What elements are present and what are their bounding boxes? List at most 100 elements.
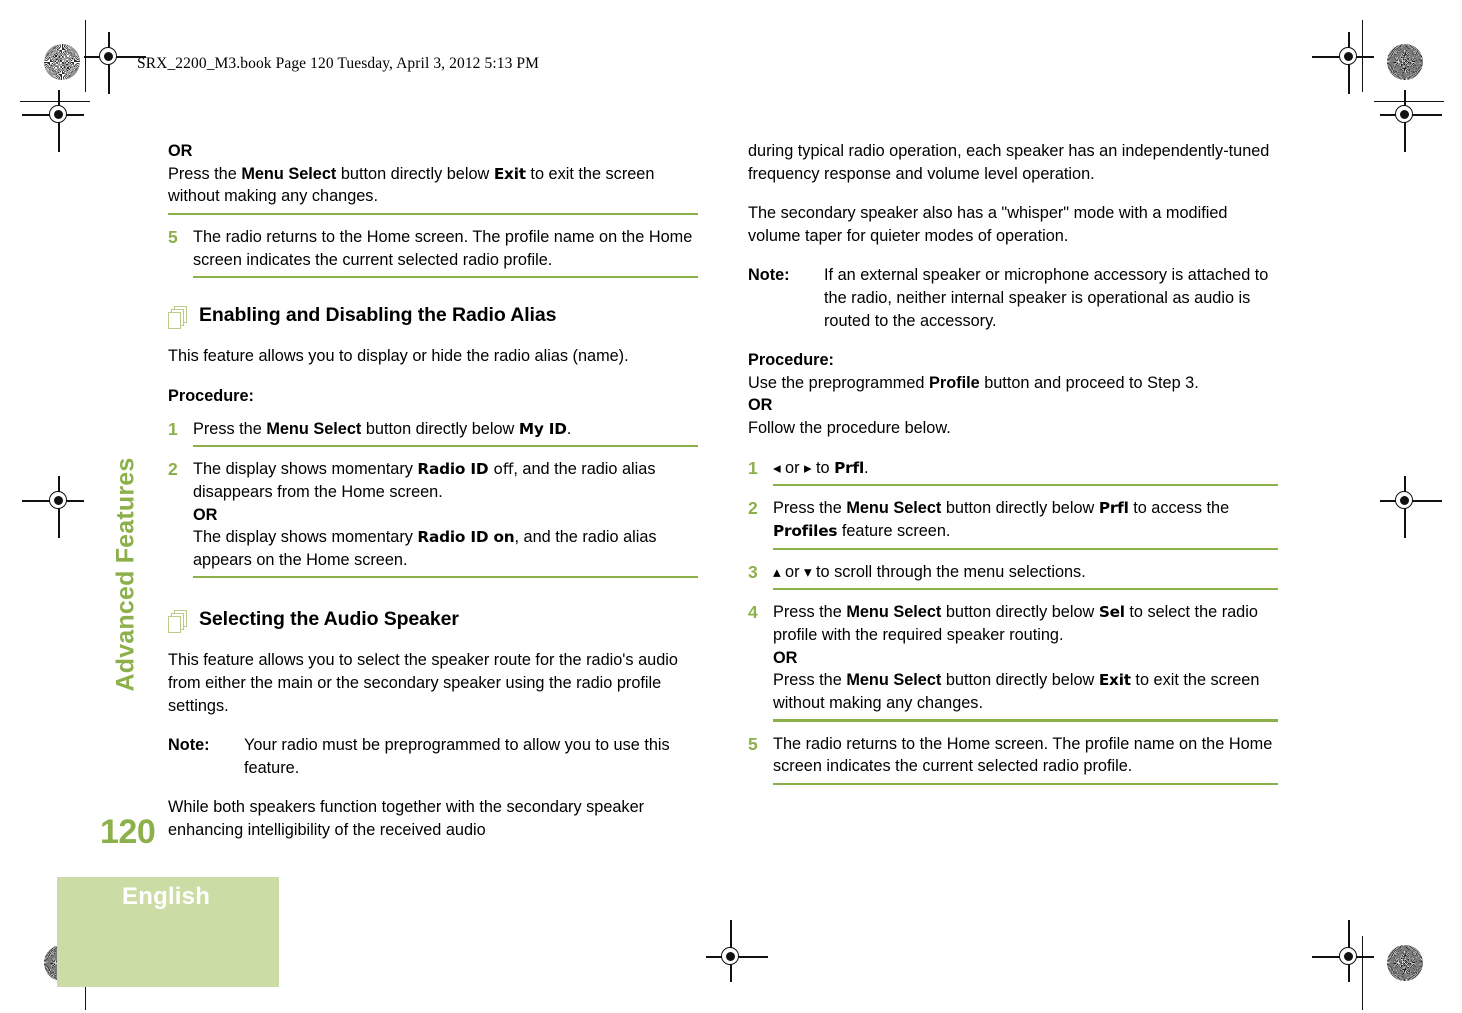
r3-text: to scroll through the menu selections. (811, 562, 1086, 581)
s1s1-a: Press the (193, 419, 267, 438)
right-step-3-number: 3 (748, 561, 758, 582)
myid-softkey: My ID (518, 419, 567, 438)
trim-line-left (85, 20, 87, 92)
language-label: English (122, 883, 211, 910)
right-procedure-profile-line: Use the preprogrammed Profile button and… (748, 372, 1278, 395)
r4-e: button directly below (941, 671, 1099, 690)
section1-procedure-label: Procedure: (168, 385, 698, 408)
registration-mark-top-left (84, 32, 146, 94)
or-label: OR (168, 140, 698, 163)
registration-mark-upper-right (1380, 90, 1442, 152)
right-step-1: 1 ◂ or ▸ to Prfl. (748, 457, 1278, 480)
right-para-1: during typical radio operation, each spe… (748, 142, 1270, 183)
s1s1-c: . (566, 419, 572, 438)
section2-note-label: Note: (168, 736, 210, 755)
proc-a: Use the preprogrammed (748, 373, 929, 392)
r2-c: to access the (1128, 499, 1230, 518)
sel-softkey: Sel (1098, 603, 1125, 622)
radio-id-off-value: off (493, 460, 514, 479)
r2-menu-select: Menu Select (846, 499, 942, 518)
r2-d: feature screen. (837, 521, 951, 540)
trim-line-top-right (1374, 101, 1444, 103)
section1-step-2-divider (193, 576, 698, 579)
section1-step-2-text: The display shows momentary Radio ID off… (193, 458, 698, 571)
section2-note-text: Your radio must be preprogrammed to allo… (244, 736, 670, 777)
right-procedure-or: OR (748, 394, 1278, 417)
stacked-pages-icon (168, 306, 190, 330)
right-note-label: Note: (748, 266, 790, 285)
right-step-2-divider (773, 547, 1278, 550)
registration-mark-bottom-right (1312, 920, 1374, 982)
r2-b: button directly below (941, 499, 1099, 518)
right-step-4-number: 4 (748, 602, 758, 623)
right-step-3: 3 ▴ or ▾ to scroll through the menu sele… (748, 561, 1278, 584)
r1-end: . (864, 458, 869, 477)
s1s2-a: The display shows momentary (193, 460, 418, 479)
s1s2-c: The display shows momentary (193, 528, 418, 547)
section-heading-audio-speaker: Selecting the Audio Speaker (168, 608, 698, 634)
section1-step-1: 1 Press the Menu Select button directly … (168, 418, 698, 441)
profiles-screen-name: Profiles (773, 521, 838, 540)
registration-mark-top-right (1312, 32, 1374, 94)
r4-a: Press the (773, 603, 847, 622)
trim-line-right (1362, 20, 1364, 92)
right-note-text: If an external speaker or microphone acc… (824, 266, 1269, 330)
menu-select-term: Menu Select (241, 164, 337, 183)
r4-or: OR (773, 648, 798, 667)
section1-intro: This feature allows you to display or hi… (168, 347, 629, 366)
section1-step-2: 2 The display shows momentary Radio ID o… (168, 458, 698, 571)
right-step-1-text: ◂ or ▸ to Prfl. (773, 457, 1278, 480)
registration-mark-bottom-center (706, 920, 768, 982)
right-step-2: 2 Press the Menu Select button directly … (748, 497, 1278, 542)
rosette-mark-top-left (44, 44, 80, 80)
section-title-audio-speaker: Selecting the Audio Speaker (199, 608, 459, 631)
r4-b: button directly below (941, 603, 1099, 622)
r3-or: or (780, 562, 805, 581)
page-canvas: SRX_2200_M3.book Page 120 Tuesday, April… (0, 0, 1462, 1013)
chapter-tab-label: Advanced Features (111, 457, 140, 692)
profile-button-term: Profile (929, 373, 980, 392)
step-5-text: The radio returns to the Home screen. Th… (193, 227, 693, 269)
exit-softkey-2: Exit (1098, 671, 1131, 690)
right-step-5-divider (773, 782, 1278, 785)
registration-mark-upper-left (22, 90, 84, 152)
nav-down-icon: ▾ (804, 562, 812, 581)
prfl-softkey-2: Prfl (1098, 499, 1129, 518)
s1s2-or: OR (193, 505, 218, 524)
or-instr-a: Press the (168, 164, 242, 183)
radio-id-key: Radio ID (417, 460, 494, 479)
registration-mark-mid-left (22, 476, 84, 538)
r2-a: Press the (773, 499, 847, 518)
section2-intro: This feature allows you to select the sp… (168, 651, 678, 715)
exit-softkey: Exit (493, 164, 526, 183)
rosette-mark-top-right (1387, 44, 1423, 80)
step-divider (168, 212, 698, 215)
right-step-4-divider (773, 719, 1278, 722)
right-step-5-number: 5 (748, 733, 758, 754)
left-column: OR Press the Menu Select button directly… (168, 140, 698, 859)
or-text: OR (168, 142, 193, 160)
section2-note: Note: Your radio must be preprogrammed t… (168, 734, 698, 779)
book-header-line: SRX_2200_M3.book Page 120 Tuesday, April… (137, 55, 540, 72)
right-step-2-number: 2 (748, 498, 758, 519)
right-step-3-text: ▴ or ▾ to scroll through the menu select… (773, 561, 1278, 584)
registration-mark-mid-right (1380, 476, 1442, 538)
section1-step-1-text: Press the Menu Select button directly be… (193, 418, 698, 441)
right-step-4-text: Press the Menu Select button directly be… (773, 601, 1278, 714)
rosette-mark-bottom-right (1387, 945, 1423, 981)
procedure-label-text: Procedure: (168, 386, 254, 405)
section1-step-1-divider (193, 445, 698, 448)
stacked-pages-icon (168, 610, 190, 634)
r1-or: or (780, 458, 805, 477)
section1-step-2-number: 2 (168, 459, 178, 480)
radio-id-on-key: Radio ID on (417, 528, 515, 547)
right-note: Note: If an external speaker or micropho… (748, 264, 1278, 332)
prfl-softkey: Prfl (834, 458, 864, 477)
section-title-radio-alias: Enabling and Disabling the Radio Alias (199, 304, 557, 327)
r4-d: Press the (773, 671, 847, 690)
step-5: 5 The radio returns to the Home screen. … (168, 226, 698, 271)
s1s1-menu-select: Menu Select (266, 419, 362, 438)
r4-menu-select: Menu Select (846, 603, 942, 622)
right-procedure-label-text: Procedure: (748, 351, 834, 370)
right-step-1-divider (773, 484, 1278, 487)
